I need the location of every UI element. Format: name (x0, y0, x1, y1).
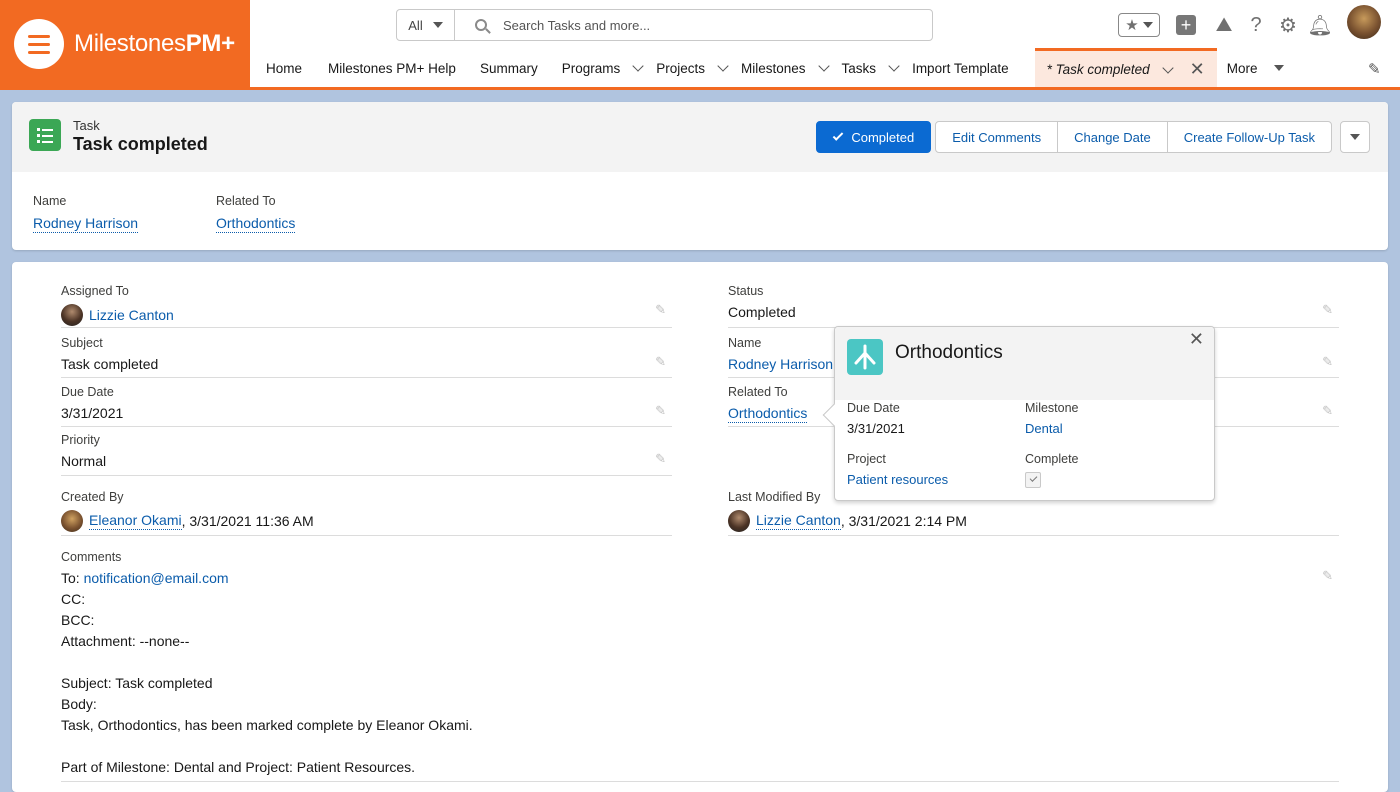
help-button[interactable]: ? (1244, 10, 1268, 40)
nav-more-menu[interactable]: More (1217, 48, 1292, 88)
record-highlights: Task Task completed Completed Edit Comme… (12, 102, 1388, 250)
notifications-button[interactable]: 🔔︎ (1307, 10, 1333, 40)
popover-project: Project Patient resources (847, 452, 949, 487)
pencil-icon[interactable]: ✎ (1322, 568, 1333, 584)
chevron-down-icon[interactable] (888, 60, 900, 72)
field-priority: Priority Normal ✎ (61, 433, 672, 476)
popover-milestone: Milestone Dental (1025, 401, 1079, 436)
task-icon (29, 119, 61, 151)
complete-checkbox (1025, 472, 1041, 488)
record-header: Task Task completed Completed Edit Comme… (12, 102, 1388, 172)
pencil-icon[interactable]: ✎ (1322, 302, 1333, 318)
help-icon: ? (1250, 13, 1262, 36)
chevron-down-icon (432, 22, 443, 28)
field-status: Status Completed ✎ (728, 284, 1339, 328)
avatar (61, 510, 83, 532)
last-modified-by-link[interactable]: Lizzie Canton (756, 512, 841, 530)
favorites-button[interactable]: ★ (1118, 13, 1160, 37)
related-record-popover: Orthodontics ✕ Due Date 3/31/2021 Milest… (822, 326, 1215, 501)
bell-icon: 🔔︎ (1307, 14, 1333, 37)
trailhead-button[interactable]: ⛰ (1211, 10, 1237, 40)
project-link[interactable]: Patient resources (847, 472, 948, 487)
field-assigned-to: Assigned To Lizzie Canton ✎ (61, 284, 672, 328)
global-search: All (396, 9, 933, 41)
chevron-down-icon[interactable] (1162, 61, 1174, 74)
search-input[interactable] (503, 17, 903, 33)
mountain-icon: ⛰ (1215, 13, 1233, 36)
popover-title: Orthodontics (895, 342, 1003, 363)
nav-item-projects[interactable]: Projects (652, 48, 737, 88)
nav-item-programs[interactable]: Programs (546, 48, 653, 88)
highlight-related-link[interactable]: Orthodontics (216, 215, 296, 233)
pencil-icon[interactable]: ✎ (1322, 354, 1333, 370)
milestone-icon (847, 339, 883, 375)
field-comments: Comments To: notification@email.com CC: … (61, 550, 1339, 782)
created-by-link[interactable]: Eleanor Okami (89, 512, 182, 530)
chevron-down-icon[interactable] (632, 60, 644, 72)
user-avatar[interactable] (1347, 5, 1381, 39)
search-scope-label: All (408, 17, 423, 33)
global-header: MilestonesPM+ All ★ + ⛰ ? ⚙ 🔔︎ Home Mile… (0, 0, 1400, 90)
popover-complete: Complete (1025, 452, 1079, 488)
nav-item-help[interactable]: Milestones PM+ Help (310, 48, 464, 88)
pencil-icon[interactable]: ✎ (655, 403, 666, 419)
nav-item-summary[interactable]: Summary (464, 48, 546, 88)
nav-item-milestones[interactable]: Milestones (737, 48, 838, 88)
change-date-button[interactable]: Change Date (1057, 121, 1168, 153)
plus-icon: + (1176, 15, 1196, 35)
chevron-down-icon (1273, 65, 1284, 71)
logo-checklist-icon (14, 19, 64, 69)
field-subject: Subject Task completed ✎ (61, 336, 672, 378)
field-created-by: Created By Eleanor Okami, 3/31/2021 11:3… (61, 490, 672, 536)
avatar (728, 510, 750, 532)
milestone-link[interactable]: Dental (1025, 421, 1063, 436)
completed-button[interactable]: Completed (816, 121, 932, 153)
pencil-icon[interactable]: ✎ (1322, 403, 1333, 419)
search-icon (475, 19, 487, 31)
email-link[interactable]: notification@email.com (84, 570, 229, 586)
nav-item-home[interactable]: Home (250, 48, 310, 88)
object-type-label: Task (73, 118, 100, 133)
highlight-name-link[interactable]: Rodney Harrison (33, 215, 139, 233)
chevron-down-icon[interactable] (717, 60, 729, 72)
brand-suffix: PM+ (185, 30, 235, 57)
tab-task-completed[interactable]: * Task completed ✕ (1034, 48, 1217, 88)
active-tab-label: * Task completed (1046, 62, 1150, 77)
pencil-icon[interactable]: ✎ (655, 354, 666, 370)
edit-comments-button[interactable]: Edit Comments (935, 121, 1059, 153)
avatar (61, 304, 83, 326)
name-link[interactable]: Rodney Harrison (728, 356, 833, 372)
brand-prefix: Milestones (74, 30, 186, 57)
setup-button[interactable]: ⚙ (1276, 10, 1300, 40)
close-icon[interactable]: ✕ (1190, 59, 1205, 80)
create-follow-up-task-button[interactable]: Create Follow-Up Task (1166, 121, 1332, 153)
chevron-down-icon (1350, 134, 1360, 140)
star-icon: ★ (1125, 17, 1139, 34)
chevron-down-icon[interactable] (817, 60, 830, 72)
check-icon (833, 129, 844, 141)
comments-body: To: notification@email.com CC: BCC: Atta… (61, 570, 473, 775)
nav-item-tasks[interactable]: Tasks (838, 48, 909, 88)
global-actions-button[interactable]: + (1174, 10, 1198, 40)
app-logo[interactable]: MilestonesPM+ (0, 0, 250, 88)
nav-bar: Home Milestones PM+ Help Summary Program… (250, 48, 1400, 88)
nav-item-import-template[interactable]: Import Template (908, 48, 1035, 88)
record-title: Task completed (73, 134, 208, 154)
highlight-related-to: Related To Orthodontics (216, 194, 296, 233)
related-to-link[interactable]: Orthodontics (728, 405, 808, 423)
highlight-name: Name Rodney Harrison (33, 194, 139, 233)
brand-bar (0, 87, 1400, 90)
popover-due-date: Due Date 3/31/2021 (847, 401, 905, 436)
search-scope-dropdown[interactable]: All (397, 10, 455, 40)
field-due-date: Due Date 3/31/2021 ✎ (61, 385, 672, 427)
chevron-down-icon (1142, 22, 1153, 28)
edit-nav-pencil-icon[interactable]: ✎ (1368, 60, 1381, 78)
more-actions-button[interactable] (1340, 121, 1370, 153)
close-icon[interactable]: ✕ (1189, 329, 1204, 350)
gear-icon: ⚙ (1279, 14, 1297, 37)
pencil-icon[interactable]: ✎ (655, 451, 666, 467)
action-bar: Completed Edit Comments Change Date Crea… (816, 121, 1370, 153)
assigned-to-link[interactable]: Lizzie Canton (89, 307, 174, 323)
pencil-icon[interactable]: ✎ (655, 302, 666, 318)
